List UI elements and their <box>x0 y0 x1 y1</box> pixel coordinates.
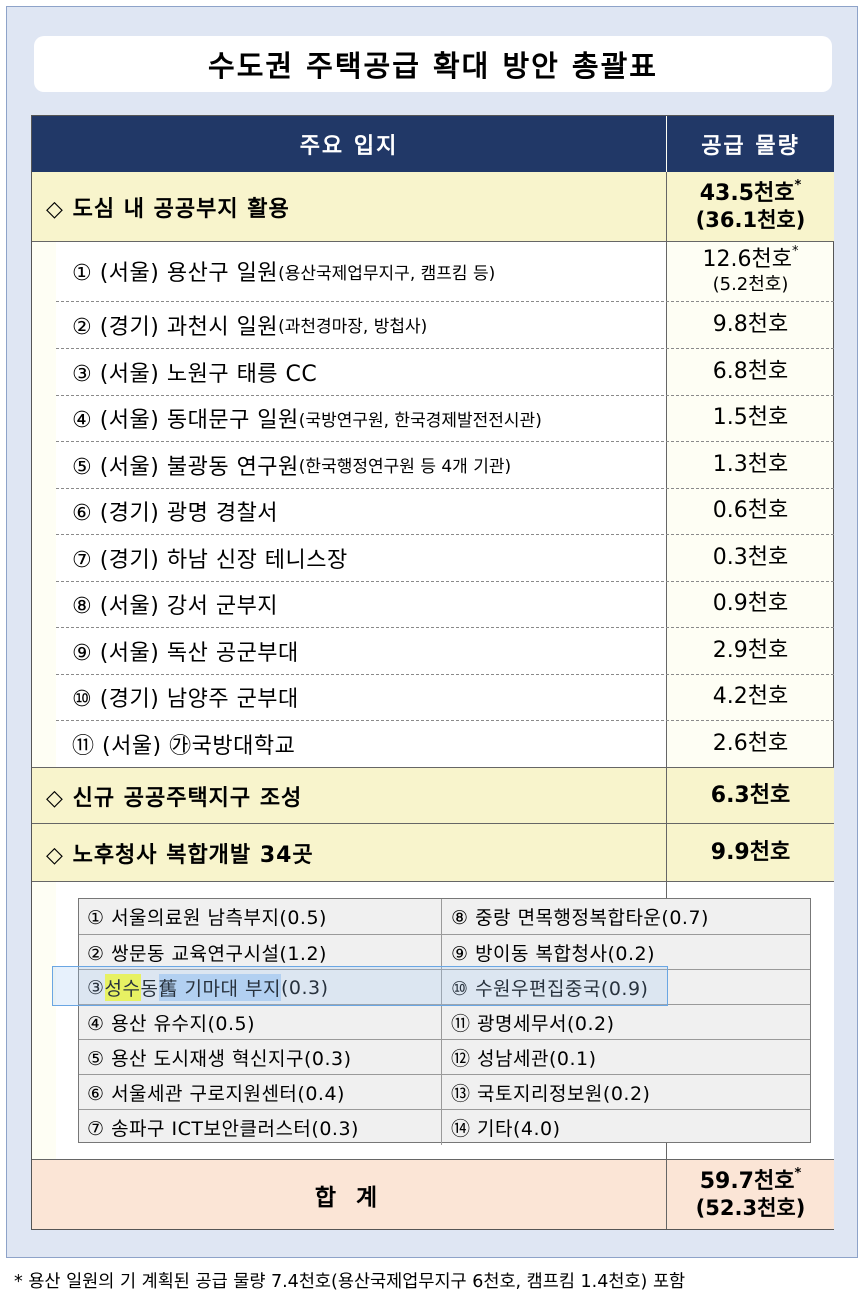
total-value: 59.7천호* (52.3천호) <box>667 1160 834 1229</box>
row-divider <box>56 581 834 582</box>
row-divider <box>56 534 834 535</box>
section1-item-value: 6.8천호 <box>667 348 834 395</box>
item-value-main: 0.3천호 <box>712 544 789 570</box>
item-value-paren: (5.2천호) <box>712 273 789 295</box>
section1-item-location: ⑤ (서울) 불광동 연구원 (한국행정연구원 등 4개 기관) <box>56 441 666 488</box>
section1-item-value: 2.6천호 <box>667 720 834 767</box>
item-value-main: 2.9천호 <box>712 637 789 663</box>
detail-row: ① 서울의료원 남측부지(0.5) ⑧ 중랑 면목행정복합타운(0.7) <box>79 899 810 934</box>
total-value-main: 59.7천호 <box>699 1168 795 1194</box>
section1-item-location: ⑥ (경기) 광명 경찰서 <box>56 488 666 534</box>
detail-cell-left: ② 쌍문동 교육연구시설(1.2) <box>79 935 442 970</box>
row-divider <box>56 348 834 349</box>
row-divider <box>56 627 834 628</box>
section1-item-value: 12.6천호* (5.2천호) <box>667 241 834 301</box>
section1-item-location: ⑪ (서울) ㉮국방대학교 <box>56 720 666 767</box>
section1-value-paren: (36.1천호) <box>695 208 806 233</box>
item-detail: (과천경마장, 방첩사) <box>278 317 428 337</box>
section2-label: ◇ 신규 공공주택지구 조성 <box>46 785 303 811</box>
item-value-mark: * <box>791 244 799 259</box>
row-divider <box>56 395 834 396</box>
section3-label: ◇ 노후청사 복합개발 34곳 <box>46 842 314 868</box>
detail-row: ② 쌍문동 교육연구시설(1.2) ⑨ 방이동 복합청사(0.2) <box>79 934 810 970</box>
detail-cell-left: ⑥ 서울세관 구로지원센터(0.4) <box>79 1075 442 1110</box>
total-value-mark: * <box>794 1165 802 1181</box>
item-main: ⑪ (서울) ㉮국방대학교 <box>72 733 296 759</box>
item-value-main: 1.3천호 <box>712 451 789 477</box>
item-main: ① (서울) 용산구 일원 <box>72 261 279 286</box>
page-title: 수도권 주택공급 확대 방안 총괄표 <box>34 36 832 92</box>
detail-cell-left: ⑤ 용산 도시재생 혁신지구(0.3) <box>79 1040 442 1075</box>
row-divider <box>56 441 834 442</box>
footnote: * 용산 일원의 기 계획된 공급 물량 7.4천호(용산국제업무지구 6천호,… <box>14 1272 686 1292</box>
detail-cell-left: ⑦ 송파구 ICT보안클러스터(0.3) <box>79 1110 442 1145</box>
detail-cell-right: ⑬ 국토지리정보원(0.2) <box>451 1083 651 1105</box>
item-detail: (용산국제업무지구, 캠프킴 등) <box>278 263 496 284</box>
text-selection-highlight <box>52 966 668 1006</box>
detail-row: ⑦ 송파구 ICT보안클러스터(0.3) ⑭ 기타(4.0) <box>79 1109 810 1145</box>
item-main: ② (경기) 과천시 일원 <box>72 314 279 340</box>
section1-item-location: ⑩ (경기) 남양주 군부대 <box>56 674 666 720</box>
item-main: ⑥ (경기) 광명 경찰서 <box>72 501 279 526</box>
section1-value-mark: * <box>794 177 802 193</box>
section1-item-location: ⑦ (경기) 하남 신장 테니스장 <box>56 534 666 581</box>
total-value-paren: (52.3천호) <box>695 1196 806 1221</box>
section1-item-value: 4.2천호 <box>667 674 834 720</box>
row-divider <box>56 301 834 302</box>
item-detail: (국방연구원, 한국경제발전전시관) <box>298 410 542 431</box>
section1-item-value: 2.9천호 <box>667 627 834 674</box>
section1-item-location: ④ (서울) 동대문구 일원 (국방연구원, 한국경제발전전시관) <box>56 395 666 441</box>
detail-cell-left: ① 서울의료원 남측부지(0.5) <box>79 899 442 934</box>
section3-value: 9.9천호 <box>710 839 791 865</box>
item-main: ⑤ (서울) 불광동 연구원 <box>72 454 299 480</box>
item-value-main: 4.2천호 <box>712 684 789 710</box>
row-divider <box>56 674 834 675</box>
total-label: 합 계 <box>314 1184 384 1211</box>
section1-item-value: 0.9천호 <box>667 581 834 627</box>
detail-row: ⑥ 서울세관 구로지원센터(0.4) ⑬ 국토지리정보원(0.2) <box>79 1074 810 1110</box>
detail-row: ④ 용산 유수지(0.5) ⑪ 광명세무서(0.2) <box>79 1004 810 1040</box>
item-value-main: 6.8천호 <box>712 358 789 384</box>
item-main: ⑩ (경기) 남양주 군부대 <box>72 687 299 712</box>
section3-detail-table: ① 서울의료원 남측부지(0.5) ⑧ 중랑 면목행정복합타운(0.7) ② 쌍문동… <box>78 898 811 1145</box>
section1-item-value: 1.5천호 <box>667 395 834 441</box>
section2-value: 6.3천호 <box>710 782 791 808</box>
section1-item-location: ② (경기) 과천시 일원 (과천경마장, 방첩사) <box>56 301 666 348</box>
section1-item-location: ⑨ (서울) 독산 공군부대 <box>56 627 666 674</box>
section1-label: ◇ 도심 내 공공부지 활용 <box>46 196 290 222</box>
detail-cell-right: ⑭ 기타(4.0) <box>451 1118 561 1140</box>
item-value-main: 12.6천호 <box>702 247 792 272</box>
item-main: ③ (서울) 노원구 태릉 CC <box>72 361 318 387</box>
section1-item-value: 1.3천호 <box>667 441 834 488</box>
section1-value-main: 43.5천호 <box>699 180 795 206</box>
item-main: ⑨ (서울) 독산 공군부대 <box>72 640 299 666</box>
header-location: 주요 입지 <box>32 116 666 172</box>
detail-cell-right: ⑨ 방이동 복합청사(0.2) <box>451 943 656 965</box>
section1-item-location: ⑧ (서울) 강서 군부지 <box>56 581 666 627</box>
detail-cell-right: ⑫ 성남세관(0.1) <box>451 1048 597 1070</box>
header-supply: 공급 물량 <box>667 116 834 172</box>
item-value-main: 0.9천호 <box>712 591 789 617</box>
section1-item-value: 0.6천호 <box>667 488 834 534</box>
section1-item-value: 9.8천호 <box>667 301 834 348</box>
item-main: ⑧ (서울) 강서 군부지 <box>72 594 279 619</box>
row-divider <box>56 720 834 721</box>
item-value-main: 9.8천호 <box>712 311 789 337</box>
detail-row: ⑤ 용산 도시재생 혁신지구(0.3) ⑫ 성남세관(0.1) <box>79 1039 810 1075</box>
item-detail: (한국행정연구원 등 4개 기관) <box>298 457 512 477</box>
item-main: ⑦ (경기) 하남 신장 테니스장 <box>72 547 348 573</box>
item-value-main: 2.6천호 <box>712 730 789 756</box>
detail-cell-left: ④ 용산 유수지(0.5) <box>79 1005 442 1040</box>
detail-cell-right: ⑧ 중랑 면목행정복합타운(0.7) <box>451 907 709 929</box>
item-value-main: 0.6천호 <box>712 498 789 524</box>
section1-item-value: 0.3천호 <box>667 534 834 581</box>
section1-item-location: ① (서울) 용산구 일원 (용산국제업무지구, 캠프킴 등) <box>56 241 666 301</box>
section1-item-location: ③ (서울) 노원구 태릉 CC <box>56 348 666 395</box>
section1-value: 43.5천호* (36.1천호) <box>667 172 834 241</box>
detail-cell-right: ⑪ 광명세무서(0.2) <box>451 1013 615 1035</box>
item-value-main: 1.5천호 <box>712 405 789 431</box>
row-divider <box>56 488 834 489</box>
item-main: ④ (서울) 동대문구 일원 <box>72 408 299 433</box>
